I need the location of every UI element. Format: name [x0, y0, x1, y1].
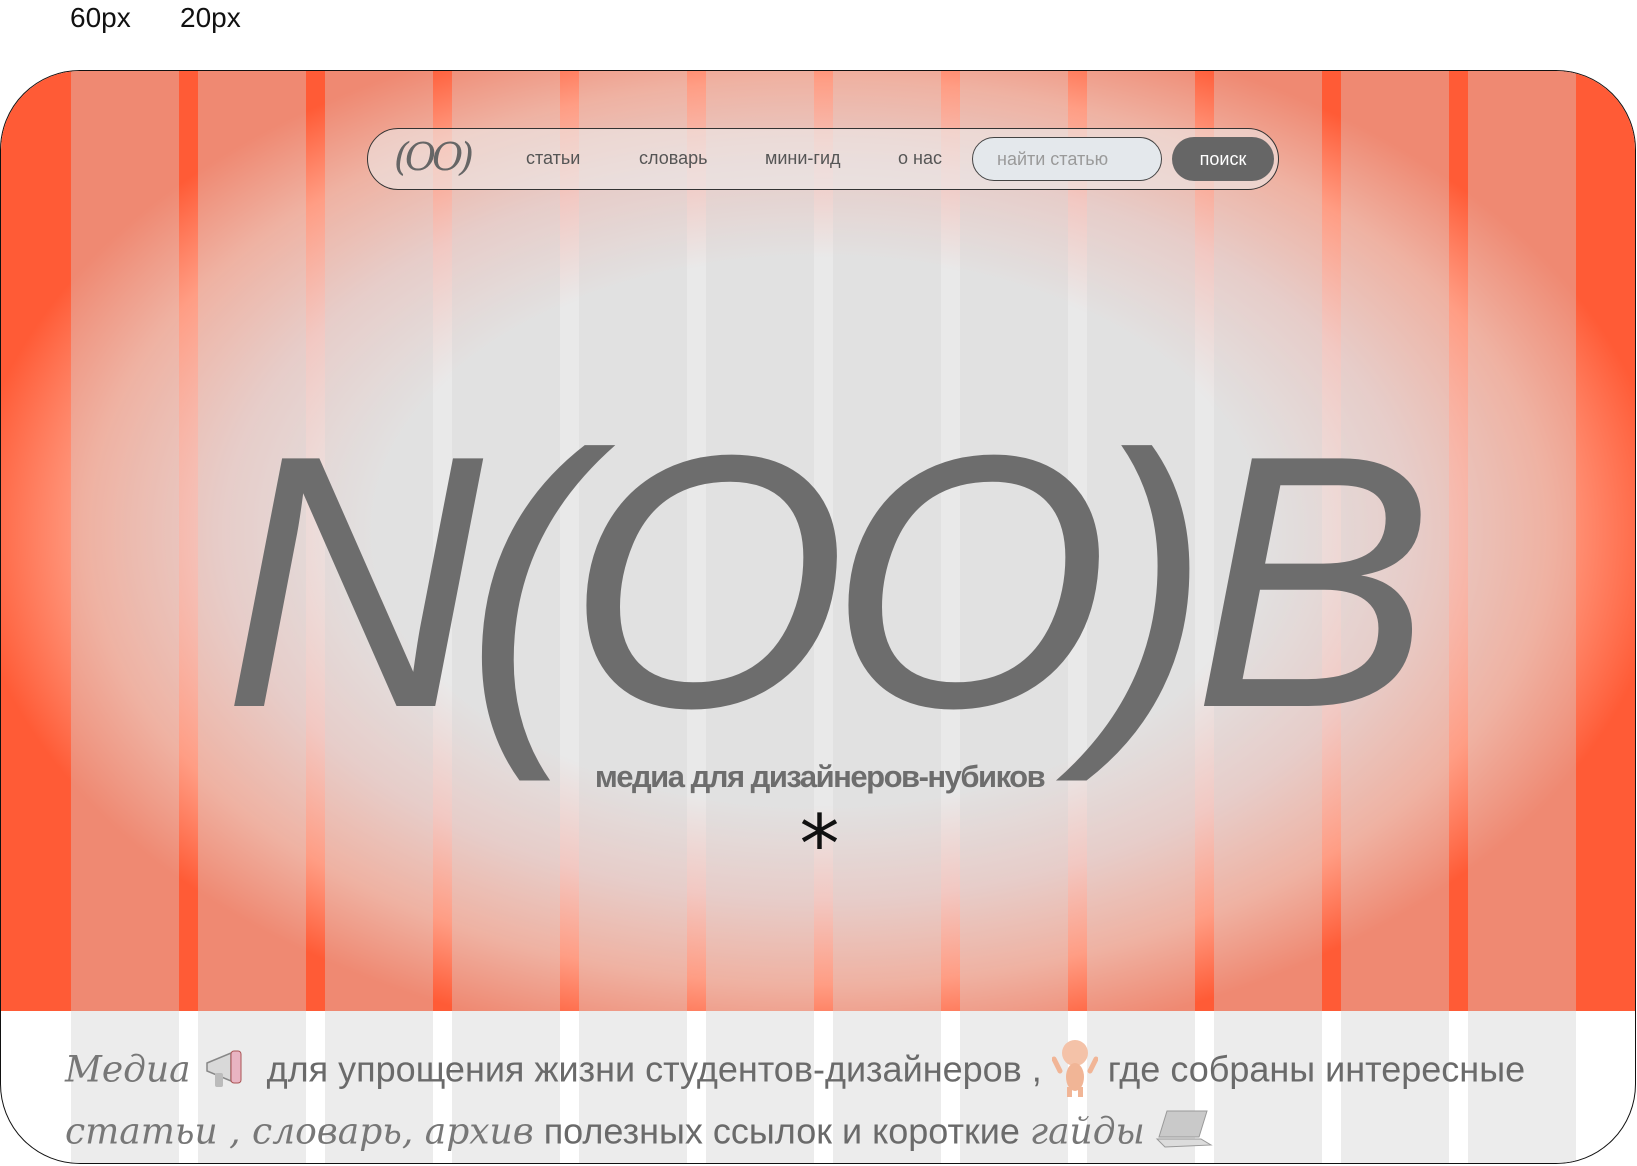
grid-label-gutter: 20px [180, 2, 241, 33]
search-input[interactable] [972, 137, 1162, 181]
nav-link-dictionary[interactable]: словарь [639, 148, 707, 169]
megaphone-icon [201, 1045, 257, 1099]
intro-part-2: где собраны интересные [1097, 1048, 1526, 1090]
doll-icon [1051, 1037, 1099, 1107]
hero-tagline: медиа для дизайнеров-нубиков [594, 759, 1046, 794]
nav-bar: (OO) статьи словарь мини-гид о нас поиск [367, 128, 1279, 190]
laptop-icon [1155, 1107, 1215, 1161]
intro-part-1: для упрощения жизни студентов-дизайнеров… [256, 1048, 1042, 1090]
search-button[interactable]: поиск [1172, 137, 1274, 181]
intro-word-guides: гайды [1029, 1111, 1145, 1153]
intro-part-3: , [217, 1111, 253, 1153]
nav-logo[interactable]: (OO) [394, 135, 474, 179]
page-frame: (OO) статьи словарь мини-гид о нас поиск… [0, 70, 1636, 1164]
nav-link-articles[interactable]: статьи [526, 148, 580, 169]
nav-link-about[interactable]: о нас [898, 148, 942, 169]
nav-link-mini-guide[interactable]: мини-гид [765, 148, 841, 169]
intro-part-4: полезных ссылок и короткие [533, 1110, 1030, 1152]
intro-text: Медиа для упрощения жизни студентов-диза… [65, 1037, 1585, 1161]
grid-label-column: 60px [70, 2, 131, 33]
intro-word-articles: статьи [65, 1111, 218, 1153]
hero-logo: N(OO)B [223, 381, 1441, 785]
asterisk-icon: * [799, 798, 840, 891]
hero-logo-text: N(OO)B [223, 381, 1423, 785]
intro-word-dictionary-archive: словарь, архив [252, 1111, 534, 1153]
intro-word-media: Медиа [65, 1049, 191, 1091]
